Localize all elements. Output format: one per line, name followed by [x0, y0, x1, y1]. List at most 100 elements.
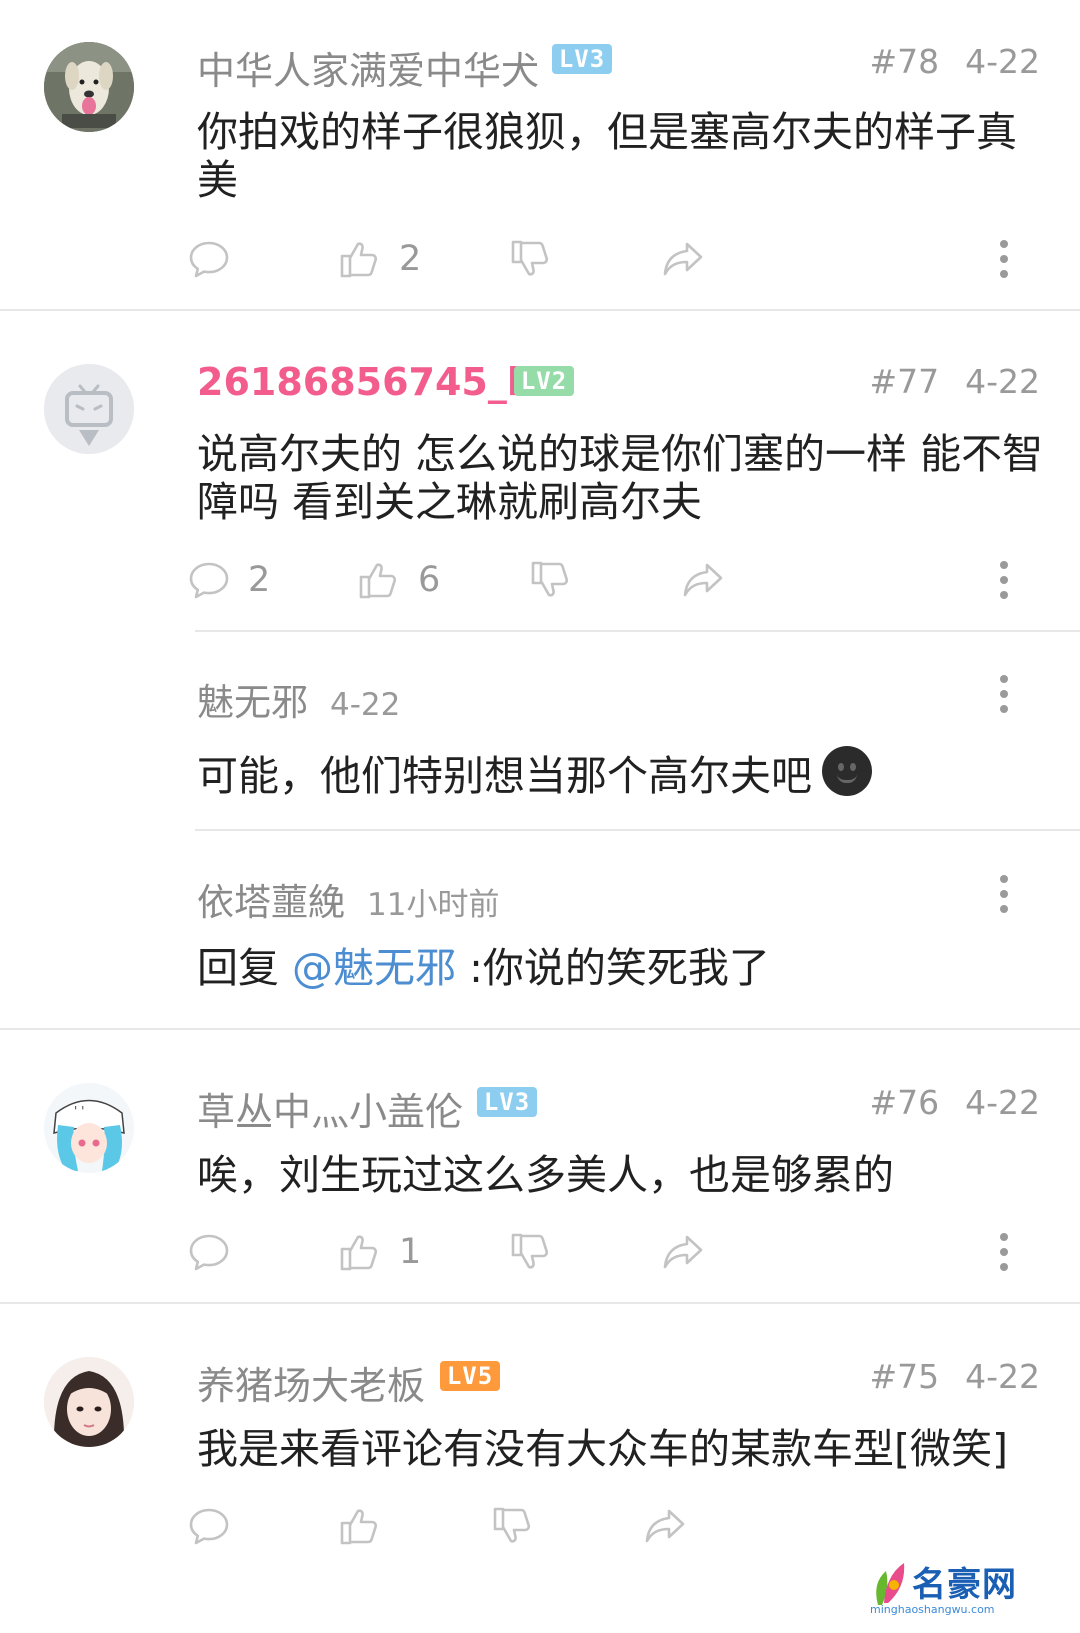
speech-bubble-icon	[189, 241, 229, 278]
floor-number: #76	[869, 1083, 940, 1122]
comment-actions: 1	[0, 1227, 1080, 1277]
more-options-button[interactable]	[996, 1227, 1012, 1277]
dislike-button[interactable]	[508, 234, 554, 284]
avatar[interactable]	[44, 364, 134, 454]
thumbs-down-icon	[511, 240, 549, 276]
share-button[interactable]	[642, 1501, 688, 1551]
avatar[interactable]	[44, 1357, 134, 1447]
more-options-button[interactable]	[996, 869, 1012, 919]
thumbs-up-icon	[340, 242, 378, 278]
avatar[interactable]	[44, 42, 134, 132]
divider	[195, 829, 1080, 831]
comment-date: 4-22	[965, 1357, 1040, 1396]
reply-time: 4-22	[330, 687, 401, 723]
thumbs-down-icon	[511, 1233, 549, 1269]
comment-date: 4-22	[965, 362, 1040, 401]
comment-card: 26186856745_bili LV2 #77 4-22 说高尔夫的 怎么说的球…	[0, 312, 1080, 1030]
reply-button[interactable]: 2	[186, 555, 270, 605]
more-options-button[interactable]	[996, 555, 1012, 605]
divider	[0, 309, 1080, 311]
site-watermark: 名豪网 minghaoshangwu.com	[870, 1553, 1040, 1623]
comment-date: 4-22	[965, 42, 1040, 81]
like-button[interactable]: 2	[337, 234, 421, 284]
thumbs-down-icon	[493, 1507, 531, 1543]
reply-content: 可能，他们特别想当那个高尔夫吧	[197, 752, 812, 800]
reply-prefix: 回复	[197, 944, 293, 992]
dislike-button[interactable]	[490, 1501, 536, 1551]
share-button[interactable]	[660, 1227, 706, 1277]
floor-number: #75	[869, 1357, 940, 1396]
leaf-logo-icon	[876, 1563, 905, 1605]
share-arrow-icon	[663, 1235, 703, 1269]
divider	[195, 630, 1080, 632]
username[interactable]: 中华人家满爱中华犬	[197, 40, 539, 95]
reply-content: :你说的笑死我了	[456, 944, 770, 992]
level-badge: LV5	[440, 1361, 500, 1391]
like-count: 2	[399, 239, 422, 279]
floor-number: #77	[869, 362, 940, 401]
reply-header: 依塔蘁絻 11小时前	[197, 872, 499, 926]
thumbs-down-icon	[531, 561, 569, 597]
dark-smiley-emoji-icon	[822, 746, 872, 796]
reply-time: 11小时前	[367, 887, 500, 923]
more-options-button[interactable]	[996, 669, 1012, 719]
level-badge: LV3	[477, 1087, 537, 1117]
reply-button[interactable]	[186, 1227, 232, 1277]
anime-girl-avatar-icon: ' '	[44, 1083, 134, 1173]
default-tv-avatar-icon	[44, 364, 134, 454]
reply-text: 回复 @魅无邪 :你说的笑死我了	[197, 944, 1047, 992]
girl-photo-avatar-icon	[44, 1357, 134, 1447]
like-count: 1	[399, 1232, 422, 1272]
share-button[interactable]	[660, 234, 706, 284]
comment-date: 4-22	[965, 1083, 1040, 1122]
floor-and-date: #78 4-22	[869, 42, 1040, 81]
speech-bubble-icon	[189, 562, 229, 599]
reply-button[interactable]	[186, 1501, 232, 1551]
floor-and-date: #77 4-22	[869, 362, 1040, 401]
reply-button[interactable]	[186, 234, 232, 284]
reply-header: 魅无邪 4-22	[197, 672, 400, 726]
share-arrow-icon	[645, 1509, 685, 1543]
mention-link[interactable]: @魅无邪	[292, 944, 456, 992]
speech-bubble-icon	[189, 1234, 229, 1271]
avatar[interactable]: ' '	[44, 1083, 134, 1173]
like-count: 6	[418, 560, 441, 600]
level-badge: LV3	[552, 44, 612, 74]
watermark-name: 名豪网	[912, 1565, 1017, 1605]
comment-actions	[0, 1501, 1080, 1551]
comment-text: 唉，刘生玩过这么多美人，也是够累的	[197, 1151, 894, 1199]
reply-text: 可能，他们特别想当那个高尔夫吧	[197, 746, 1047, 800]
floor-and-date: #76 4-22	[869, 1083, 1040, 1122]
thumbs-up-icon	[359, 563, 397, 599]
comment-card: ' ' 草丛中灬小盖伦 LV3 #76 4-22 唉，刘生玩过这么多美人，也是够累…	[0, 1031, 1080, 1303]
username[interactable]: 草丛中灬小盖伦	[197, 1081, 463, 1136]
floor-and-date: #75 4-22	[869, 1357, 1040, 1396]
level-badge: LV2	[514, 366, 574, 396]
dislike-button[interactable]	[508, 1227, 554, 1277]
dislike-button[interactable]	[528, 555, 574, 605]
more-options-button[interactable]	[996, 234, 1012, 284]
comment-actions: 2 6	[0, 555, 1080, 605]
reply-username[interactable]: 依塔蘁絻	[197, 881, 345, 924]
svg-text:' ': ' '	[74, 1104, 84, 1118]
reply-username[interactable]: 魅无邪	[197, 681, 308, 724]
watermark-url: minghaoshangwu.com	[870, 1603, 995, 1616]
share-button[interactable]	[680, 555, 726, 605]
username[interactable]: 养猪场大老板	[197, 1355, 425, 1410]
comment-card: 中华人家满爱中华犬 LV3 #78 4-22 你拍戏的样子很狼狈，但是塞高尔夫的样…	[0, 0, 1080, 310]
like-button[interactable]: 1	[337, 1227, 421, 1277]
like-button[interactable]: 6	[356, 555, 440, 605]
like-button[interactable]	[337, 1501, 383, 1551]
share-arrow-icon	[663, 242, 703, 276]
comment-text: 我是来看评论有没有大众车的某款车型[微笑]	[197, 1425, 1008, 1473]
reply-count: 2	[248, 560, 271, 600]
thumbs-up-icon	[340, 1235, 378, 1271]
divider	[0, 1302, 1080, 1304]
thumbs-up-icon	[340, 1509, 378, 1545]
divider	[0, 1028, 1080, 1030]
speech-bubble-icon	[189, 1508, 229, 1545]
comment-text: 说高尔夫的 怎么说的球是你们塞的一样 能不智障吗 看到关之琳就刷高尔夫	[197, 430, 1044, 526]
share-arrow-icon	[683, 563, 723, 597]
comment-actions: 2	[0, 234, 1080, 284]
floor-number: #78	[869, 42, 940, 81]
